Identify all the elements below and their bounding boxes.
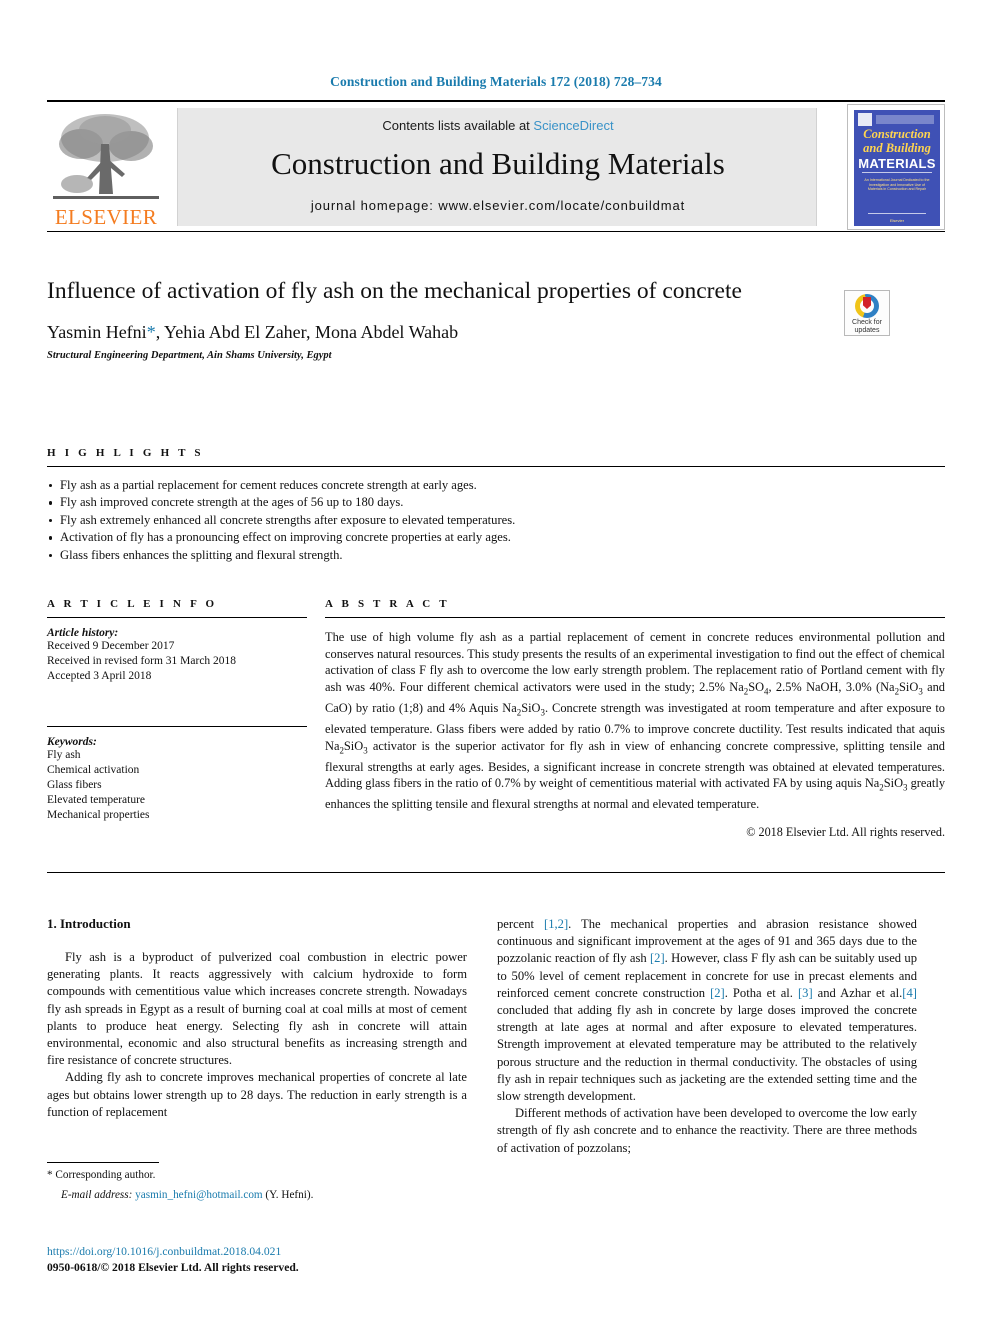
history-item: Accepted 3 April 2018: [47, 670, 152, 683]
elsevier-tree-icon: [53, 114, 159, 199]
contents-prefix: Contents lists available at: [382, 118, 534, 133]
corresponding-author-note: * Corresponding author.: [47, 1169, 156, 1181]
corresponding-author-marker[interactable]: *: [147, 322, 156, 342]
doi-link[interactable]: https://doi.org/10.1016/j.conbuildmat.20…: [47, 1244, 477, 1260]
body-column-left: 1. Introduction Fly ash is a byproduct o…: [47, 916, 467, 1121]
issn-copyright-line: 0950-0618/© 2018 Elsevier Ltd. All right…: [47, 1261, 299, 1274]
cover-stripe: [876, 115, 934, 124]
cover-bottom-divider: [868, 213, 926, 214]
footnote-rule: [47, 1162, 159, 1163]
list-item: Fly ash extremely enhanced all concrete …: [47, 512, 945, 529]
article-history: Article history: Received 9 December 201…: [47, 627, 307, 685]
cover-elsevier-mark: [858, 113, 872, 126]
cover-title-line2: and Building: [863, 141, 931, 155]
history-item: Received in revised form 31 March 2018: [47, 655, 237, 668]
cover-divider: [862, 172, 932, 173]
crossmark-label-line2: updates: [854, 327, 880, 335]
paper-page: Construction and Building Materials 172 …: [0, 0, 992, 1323]
highlights-section: H I G H L I G H T S Fly ash as a partial…: [47, 447, 945, 580]
body-column-right: percent [1,2]. The mechanical properties…: [497, 916, 917, 1157]
abstract-text: The use of high volume fly ash as a part…: [325, 630, 946, 812]
keyword-item: Mechanical properties: [47, 809, 150, 822]
journal-title: Construction and Building Materials: [271, 146, 725, 181]
cover-art: Construction and Building MATERIALS An I…: [854, 110, 940, 226]
list-item: Fly ash improved concrete strength at th…: [47, 494, 945, 511]
doi-block: https://doi.org/10.1016/j.conbuildmat.20…: [47, 1244, 477, 1276]
author-list: Yasmin Hefni*, Yehia Abd El Zaher, Mona …: [47, 322, 777, 343]
masthead-top-rule: [47, 100, 945, 102]
journal-banner: Contents lists available at ScienceDirec…: [177, 108, 817, 226]
page-title: Influence of activation of fly ash on th…: [47, 278, 742, 304]
elsevier-logo: ELSEVIER: [47, 108, 165, 232]
keywords-block: Keywords: Fly ash Chemical activation Gl…: [47, 736, 307, 824]
keyword-item: Chemical activation: [47, 763, 140, 776]
abstract-bottom-rule: [47, 872, 945, 873]
cover-title-line1: Construction: [863, 127, 931, 141]
running-head: Construction and Building Materials 172 …: [330, 74, 662, 89]
highlights-label: H I G H L I G H T S: [47, 447, 204, 459]
journal-homepage-link[interactable]: journal homepage: www.elsevier.com/locat…: [178, 198, 818, 213]
list-item: Fly ash as a partial replacement for cem…: [47, 477, 945, 494]
keywords-rule: [47, 725, 307, 727]
affiliation: Structural Engineering Department, Ain S…: [47, 350, 332, 361]
keywords-label: Keywords:: [47, 735, 97, 748]
section-heading-introduction: 1. Introduction: [47, 916, 131, 931]
contents-available-line: Contents lists available at ScienceDirec…: [178, 118, 818, 133]
paragraph: percent [1,2]. The mechanical properties…: [497, 917, 917, 1104]
keyword-item: Elevated temperature: [47, 794, 146, 807]
list-item: Glass fibers enhances the splitting and …: [47, 547, 945, 564]
cover-subtitle: An International Journal Dedicated to th…: [864, 178, 930, 192]
email-note: E-mail address: yasmin_hefni@hotmail.com…: [47, 1188, 467, 1203]
title-block: Influence of activation of fly ash on th…: [47, 276, 945, 361]
article-info-section: A R T I C L E I N F O Article history: R…: [47, 598, 307, 824]
abstract-copyright: © 2018 Elsevier Ltd. All rights reserved…: [746, 824, 945, 839]
abstract-label: A B S T R A C T: [325, 598, 450, 610]
paragraph: Fly ash is a byproduct of pulverized coa…: [47, 950, 467, 1068]
author-others: , Yehia Abd El Zaher, Mona Abdel Wahab: [155, 322, 459, 342]
abstract-section: A B S T R A C T The use of high volume f…: [325, 598, 945, 840]
history-item: Received 9 December 2017: [47, 640, 175, 652]
journal-masthead: ELSEVIER Contents lists available at Sci…: [47, 100, 945, 232]
keyword-item: Fly ash: [47, 748, 81, 761]
email-link[interactable]: yasmin_hefni@hotmail.com: [135, 1189, 262, 1201]
author-primary: Yasmin Hefni: [47, 322, 147, 342]
paragraph: Adding fly ash to concrete improves mech…: [47, 1070, 467, 1119]
paragraph: Different methods of activation have bee…: [497, 1106, 917, 1155]
crossmark-label-line1: Check for: [852, 319, 882, 326]
keyword-item: Glass fibers: [47, 779, 102, 792]
cover-title-line3: MATERIALS: [858, 156, 936, 171]
crossmark-label: Check for updates: [845, 319, 889, 336]
email-label: E-mail address:: [61, 1189, 133, 1201]
list-item: Activation of fly has a pronouncing effe…: [47, 529, 945, 546]
elsevier-wordmark: ELSEVIER: [54, 205, 158, 229]
journal-cover-thumbnail[interactable]: Construction and Building MATERIALS An I…: [847, 104, 945, 230]
sciencedirect-link[interactable]: ScienceDirect: [533, 118, 613, 133]
article-info-label: A R T I C L E I N F O: [47, 598, 218, 610]
abstract-rule: [325, 617, 945, 618]
highlights-rule: [47, 466, 945, 467]
crossmark-badge[interactable]: Check for updates: [844, 290, 890, 336]
highlights-list: Fly ash as a partial replacement for cem…: [47, 477, 945, 564]
crossmark-ring-icon: [855, 294, 879, 318]
email-suffix: (Y. Hefni).: [265, 1189, 314, 1201]
article-history-label: Article history:: [47, 627, 119, 639]
cover-publisher: Elsevier: [889, 218, 905, 223]
footnote-block: * Corresponding author. E-mail address: …: [47, 1162, 467, 1203]
masthead-bottom-rule: [47, 231, 945, 232]
article-info-rule: [47, 617, 307, 618]
